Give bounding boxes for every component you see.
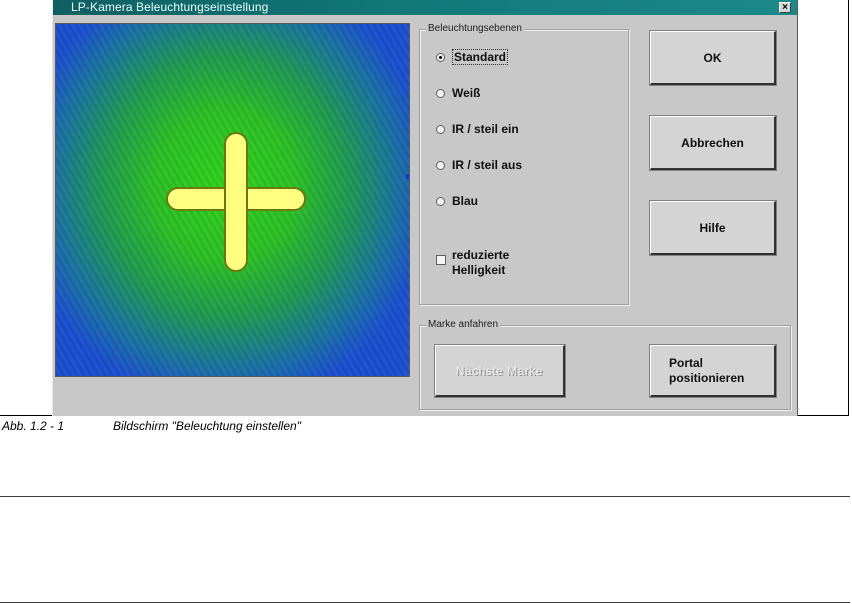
radio-ir-steep-off[interactable]: IR / steil aus [436,156,522,174]
radio-selected-icon[interactable] [436,52,445,62]
radio-standard-label: Standard [452,49,509,65]
radio-white-label: Weiß [452,86,481,100]
crosshair-center [226,189,246,209]
checkbox-icon[interactable] [436,255,446,265]
radio-white[interactable]: Weiß [436,84,480,102]
figure-number: Abb. 1.2 - 1 [2,419,65,433]
radio-blue[interactable]: Blau [436,192,478,210]
radio-blue-label: Blau [452,194,479,208]
radio-icon[interactable] [436,196,445,206]
radio-icon[interactable] [436,124,445,134]
radio-ir-steep-on-label: IR / steil ein [452,122,519,136]
ok-button[interactable]: OK [649,30,777,86]
radio-ir-steep-off-label: IR / steil aus [452,158,523,172]
radio-icon[interactable] [436,88,445,98]
portal-position-button[interactable]: Portal positionieren [649,344,777,398]
reduced-brightness-checkbox[interactable]: reduzierte Helligkeit [436,248,542,278]
help-button[interactable]: Hilfe [649,200,777,256]
radio-standard[interactable]: Standard [436,48,509,66]
figure-caption-text: Bildschirm "Beleuchtung einstellen" [113,419,301,433]
marker-dot [406,174,409,179]
figure-caption: Abb. 1.2 - 1 Bildschirm "Beleuchtung eins… [2,419,301,433]
divider-line-bottom [0,602,850,603]
radio-icon[interactable] [436,160,445,170]
window-title: LP-Kamera Beleuchtungseinstellung [71,0,269,14]
next-mark-button[interactable]: Nächste Marke [434,344,566,398]
close-button[interactable]: × [779,2,791,13]
dialog-window: LP-Kamera Beleuchtungseinstellung × Bele… [52,0,798,416]
lighting-levels-group: Beleuchtungsebenen Standard Weiß IR / st… [419,22,629,305]
divider-line [0,496,850,497]
radio-ir-steep-on[interactable]: IR / steil ein [436,120,519,138]
title-bar: LP-Kamera Beleuchtungseinstellung × [53,0,797,15]
approach-mark-label: Marke anfahren [426,318,501,332]
lighting-levels-label: Beleuchtungsebenen [426,22,524,36]
cancel-button[interactable]: Abbrechen [649,115,777,171]
camera-image[interactable] [55,23,410,377]
reduced-brightness-label: reduzierte Helligkeit [452,248,510,277]
